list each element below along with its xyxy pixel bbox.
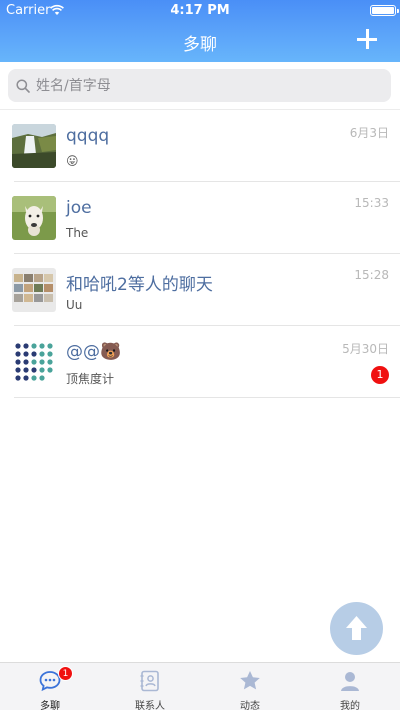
chat-name: @@🐻 [66, 342, 122, 362]
contacts-book-icon [140, 670, 159, 692]
dot-pattern [12, 340, 56, 384]
search-icon [16, 79, 30, 93]
avatar [12, 124, 56, 168]
tab-me[interactable]: 我的 [300, 663, 400, 710]
chat-name: joe [66, 198, 92, 218]
chat-list: qqqq 😛 6月3日 joe The 15:33 和哈吼2等人的聊天 Uu 1… [0, 110, 400, 398]
page-title: 多聊 [183, 35, 217, 55]
star-icon [240, 671, 260, 690]
person-icon [341, 672, 359, 691]
avatar [12, 268, 56, 312]
chat-time: 5月30日 [342, 342, 389, 356]
chat-preview: 😛 [66, 154, 79, 168]
chat-row[interactable]: @@🐻 顶焦度计 5月30日 1 [0, 326, 400, 398]
tab-label: 动态 [240, 701, 260, 710]
waterfall-photo [12, 124, 56, 168]
tab-contacts[interactable]: 联系人 [100, 663, 200, 710]
unread-badge: 1 [371, 366, 389, 384]
chat-row[interactable]: joe The 15:33 [0, 182, 400, 254]
tab-badge: 1 [58, 666, 73, 681]
search-input[interactable] [36, 69, 376, 102]
tab-label: 我的 [340, 701, 360, 710]
tab-moments[interactable]: 动态 [200, 663, 300, 710]
chat-row[interactable]: 和哈吼2等人的聊天 Uu 15:28 [0, 254, 400, 326]
navigation-header: Carrier 4:17 PM 多聊 [0, 0, 400, 62]
chat-time: 15:33 [354, 196, 389, 210]
tab-label: 多聊 [40, 701, 60, 710]
search-field[interactable] [8, 69, 391, 102]
avatar [12, 196, 56, 240]
tab-bar: 1 多聊 联系人 动态 我的 [0, 662, 400, 710]
chat-row[interactable]: qqqq 😛 6月3日 [0, 110, 400, 182]
arrow-up-icon [346, 616, 367, 640]
status-time: 4:17 PM [170, 3, 230, 18]
chat-preview: Uu [66, 298, 83, 312]
scroll-to-top-button[interactable] [330, 602, 383, 655]
chat-name: qqqq [66, 126, 110, 146]
chat-preview: The [66, 226, 89, 240]
chat-time: 6月3日 [349, 126, 389, 140]
status-bar: Carrier 4:17 PM [0, 0, 400, 20]
chat-time: 15:28 [354, 268, 389, 282]
battery-icon [370, 5, 399, 16]
chat-name: 和哈吼2等人的聊天 [66, 275, 213, 295]
alpaca-photo [12, 196, 56, 240]
search-bar [0, 62, 400, 110]
chat-preview: 顶焦度计 [66, 372, 115, 386]
tab-label: 联系人 [135, 701, 165, 710]
tab-chats[interactable]: 1 多聊 [0, 663, 100, 710]
add-button[interactable] [356, 28, 378, 50]
divider [14, 397, 400, 398]
avatar [12, 340, 56, 384]
group-photo-grid [12, 268, 56, 312]
